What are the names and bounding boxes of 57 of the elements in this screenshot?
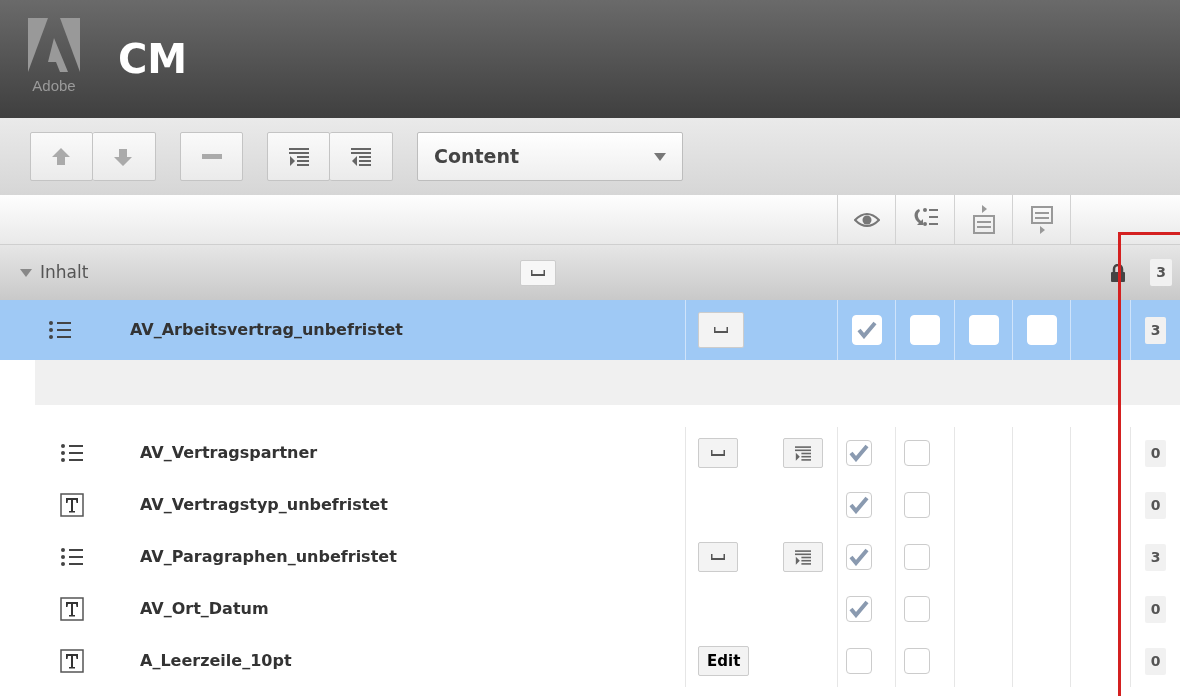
- outdent-button[interactable]: [330, 132, 393, 181]
- count-badge: 0: [1144, 595, 1167, 623]
- list-icon: [60, 547, 84, 567]
- checkbox[interactable]: [904, 648, 930, 674]
- bracket-icon: [531, 269, 545, 276]
- checkbox[interactable]: [846, 492, 872, 518]
- bracket-icon: [711, 450, 725, 456]
- logo-text: Adobe: [32, 78, 76, 93]
- checkbox[interactable]: [904, 492, 930, 518]
- item-name: AV_Vertragspartner: [140, 442, 318, 464]
- checkbox[interactable]: [846, 544, 872, 570]
- move-up-button[interactable]: [30, 132, 93, 181]
- outdent-icon: [349, 145, 373, 168]
- checkbox[interactable]: [904, 596, 930, 622]
- edit-button[interactable]: Edit: [698, 646, 750, 676]
- indent-button[interactable]: [783, 438, 823, 468]
- view-select[interactable]: Content: [417, 132, 683, 181]
- collapse-button[interactable]: [698, 438, 738, 468]
- list-icon: [48, 320, 72, 340]
- bracket-icon: [711, 554, 725, 560]
- move-down-button[interactable]: [93, 132, 156, 181]
- collapse-arrow-icon[interactable]: [20, 267, 32, 278]
- checkbox[interactable]: [904, 440, 930, 466]
- indent-icon: [795, 445, 811, 461]
- list-icon: [60, 443, 84, 463]
- collapse-button[interactable]: [698, 542, 738, 572]
- count-badge: 3: [1150, 259, 1172, 286]
- item-name: AV_Arbeitsvertrag_unbefristet: [130, 319, 403, 341]
- item-name: A_Leerzeile_10pt: [140, 650, 292, 672]
- indent-icon: [795, 549, 811, 565]
- count-badge: 0: [1144, 647, 1167, 675]
- collapse-button[interactable]: [698, 312, 744, 348]
- indent-icon: [286, 145, 311, 168]
- text-icon: [60, 493, 84, 517]
- group-label: Inhalt: [40, 260, 90, 284]
- count-badge: 3: [1144, 543, 1167, 571]
- bracket-icon: [714, 327, 728, 333]
- indent-button[interactable]: [783, 542, 823, 572]
- dropdown-caret-icon: [654, 152, 666, 161]
- selected-row[interactable]: AV_Arbeitsvertrag_unbefristet 3: [0, 300, 1180, 360]
- count-badge: 0: [1144, 439, 1167, 467]
- indent-button[interactable]: [267, 132, 330, 181]
- collapse-button[interactable]: [520, 259, 556, 286]
- item-name: AV_Paragraphen_unbefristet: [140, 546, 397, 568]
- item-name: AV_Vertragstyp_unbefristet: [140, 494, 388, 516]
- checkbox[interactable]: [846, 596, 872, 622]
- text-icon: [60, 597, 84, 621]
- count-badge: 0: [1144, 491, 1167, 519]
- checkbox[interactable]: [904, 544, 930, 570]
- item-name: AV_Ort_Datum: [140, 598, 269, 620]
- count-badge: 3: [1144, 316, 1167, 344]
- text-icon: [60, 649, 84, 673]
- minus-icon: [201, 154, 222, 159]
- checkbox[interactable]: [846, 648, 872, 674]
- visibility-icon: [853, 212, 880, 227]
- checkbox[interactable]: [846, 440, 872, 466]
- app-title: CM: [118, 35, 188, 84]
